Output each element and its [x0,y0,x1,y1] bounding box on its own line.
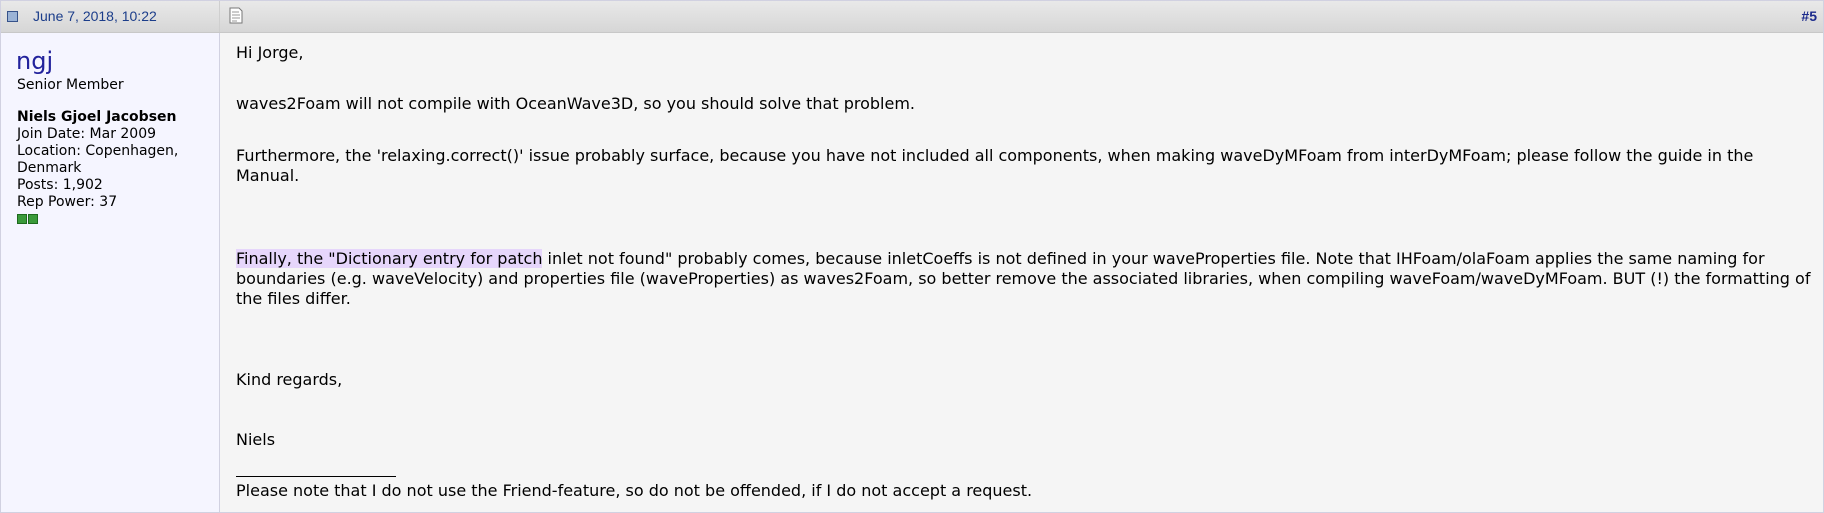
user-join-date: Join Date: Mar 2009 [17,126,157,142]
message-paragraph: Finally, the "Dictionary entry for patch… [236,249,1816,309]
user-info-sidebar: ngj Senior Member Niels Gjoel Jacobsen J… [1,33,220,512]
user-details: Niels Gjoel Jacobsen Join Date: Mar 2009… [17,109,212,224]
user-title: Senior Member [17,77,124,93]
reputation-icons[interactable] [17,214,212,224]
post-status-icon [7,11,18,22]
post-header: June 7, 2018, 10:22 #5 [1,1,1823,33]
highlighted-text: Finally, the "Dictionary entry for patch [236,249,543,268]
reputation-icon [28,214,38,224]
post-number-link[interactable]: #5 [1801,8,1817,24]
document-icon [229,7,243,24]
message-closing: Kind regards, [236,370,343,389]
user-rep-power: Rep Power: 37 [17,194,118,210]
user-real-name: Niels Gjoel Jacobsen [17,109,177,125]
user-location: Location: Copenhagen, Denmark [17,143,179,176]
post-date: June 7, 2018, 10:22 [33,8,157,24]
message-greeting: Hi Jorge, [236,43,304,62]
username-link[interactable]: ngj [16,47,53,75]
user-post-count: Posts: 1,902 [17,177,103,193]
message-paragraph: Furthermore, the 'relaxing.correct()' is… [236,146,1754,185]
signature-divider [236,476,396,477]
message-paragraph: waves2Foam will not compile with OceanWa… [236,94,915,113]
post-content: Hi Jorge, waves2Foam will not compile wi… [220,33,1823,512]
reputation-icon [17,214,27,224]
post-header-date-cell: June 7, 2018, 10:22 [1,1,220,32]
signature: Please note that I do not use the Friend… [236,481,1033,500]
forum-post: June 7, 2018, 10:22 #5 ngj Senior Member… [0,0,1824,513]
message-author-name: Niels [236,430,276,449]
